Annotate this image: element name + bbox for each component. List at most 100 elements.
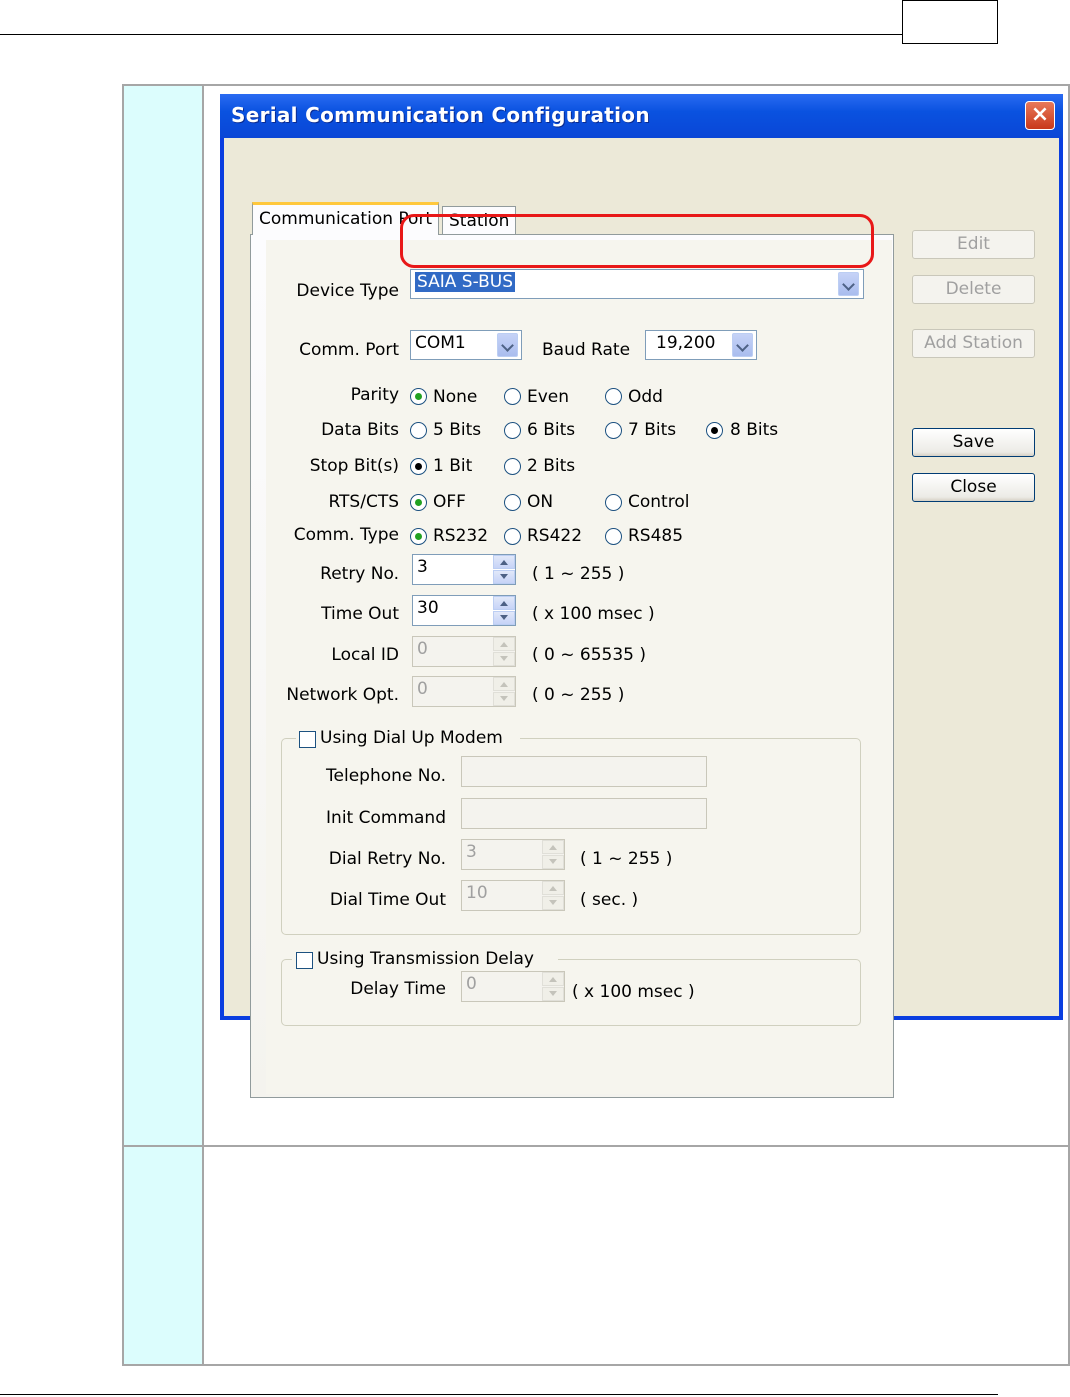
comm-type-label: Comm. Type	[293, 525, 399, 545]
device-type-value: SAIA S-BUS	[415, 272, 515, 292]
spin-down-icon[interactable]	[493, 692, 515, 706]
telephone-label: Telephone No.	[326, 766, 446, 786]
parity-label: Parity	[350, 385, 399, 405]
rts-cts-control-radio[interactable]	[605, 494, 622, 511]
retry-spinner[interactable]	[493, 555, 515, 584]
title-bar[interactable]: Serial Communication Configuration ×	[220, 94, 1063, 138]
local-id-label: Local ID	[331, 645, 399, 665]
retry-value: 3	[417, 557, 428, 577]
timeout-label: Time Out	[321, 604, 399, 624]
baud-rate-value: 19,200	[656, 333, 716, 353]
footer-rule	[0, 1394, 998, 1395]
comm-type-rs232-radio[interactable]	[410, 528, 427, 545]
radio-label: 8 Bits	[730, 420, 779, 440]
close-window-button[interactable]: ×	[1025, 101, 1055, 130]
radio-label: 5 Bits	[433, 420, 482, 440]
spin-up-icon[interactable]	[542, 972, 564, 986]
baud-rate-label: Baud Rate	[542, 340, 631, 360]
local-id-range: ( 0 ~ 65535 )	[532, 645, 647, 665]
radio-label: OFF	[433, 492, 466, 512]
radio-label: RS232	[433, 526, 489, 546]
dialog-client-area: Communication Port Station Device Type S…	[224, 138, 1059, 1098]
rts-cts-label: RTS/CTS	[328, 492, 399, 512]
spin-up-icon[interactable]	[493, 596, 515, 610]
timeout-spinner[interactable]	[493, 596, 515, 625]
chevron-down-icon[interactable]	[497, 333, 518, 357]
parity-none-radio[interactable]	[410, 388, 427, 405]
device-type-select[interactable]: SAIA S-BUS	[410, 269, 864, 299]
data-bits-5-radio[interactable]	[410, 422, 427, 439]
stop-bits-2-radio[interactable]	[504, 458, 521, 475]
parity-odd-radio[interactable]	[605, 388, 622, 405]
delay-time-unit: ( x 100 msec )	[572, 982, 695, 1002]
data-bits-6-radio[interactable]	[504, 422, 521, 439]
radio-label: Odd	[628, 387, 663, 407]
data-bits-label: Data Bits	[321, 420, 399, 440]
radio-label: 6 Bits	[527, 420, 576, 440]
stop-bits-1-radio[interactable]	[410, 458, 427, 475]
modem-checkbox[interactable]	[299, 731, 316, 748]
spin-down-icon[interactable]	[542, 896, 564, 910]
network-opt-spinner[interactable]	[493, 677, 515, 706]
edit-button[interactable]: Edit	[912, 230, 1035, 259]
data-bits-7-radio[interactable]	[605, 422, 622, 439]
radio-label: Even	[527, 387, 570, 407]
close-button[interactable]: Close	[912, 473, 1035, 502]
radio-label: RS422	[527, 526, 583, 546]
local-id-value: 0	[417, 639, 428, 659]
local-id-spinner[interactable]	[493, 637, 515, 666]
init-command-label: Init Command	[326, 808, 446, 828]
delay-checkbox[interactable]	[296, 952, 313, 969]
radio-label: None	[433, 387, 478, 407]
network-opt-label: Network Opt.	[286, 685, 399, 705]
dial-retry-range: ( 1 ~ 255 )	[580, 849, 673, 869]
stop-bits-label: Stop Bit(s)	[309, 456, 399, 476]
delay-time-label: Delay Time	[350, 979, 446, 999]
spin-down-icon[interactable]	[493, 570, 515, 584]
telephone-input[interactable]	[461, 756, 707, 787]
delete-button[interactable]: Delete	[912, 275, 1035, 304]
spin-up-icon[interactable]	[542, 840, 564, 854]
spin-down-icon[interactable]	[542, 987, 564, 1001]
dial-timeout-value: 10	[466, 883, 488, 903]
spin-up-icon[interactable]	[542, 881, 564, 895]
data-bits-8-radio[interactable]	[706, 422, 723, 439]
spin-up-icon[interactable]	[493, 677, 515, 691]
retry-range: ( 1 ~ 255 )	[532, 564, 625, 584]
device-type-label: Device Type	[296, 281, 399, 301]
init-command-input[interactable]	[461, 798, 707, 829]
dial-timeout-unit: ( sec. )	[580, 890, 639, 910]
comm-type-rs485-radio[interactable]	[605, 528, 622, 545]
spin-up-icon[interactable]	[493, 555, 515, 569]
comm-port-label: Comm. Port	[299, 340, 399, 360]
timeout-value: 30	[417, 598, 439, 618]
close-icon: ×	[1030, 102, 1050, 127]
dialog-title: Serial Communication Configuration	[231, 103, 650, 127]
dial-timeout-label: Dial Time Out	[329, 890, 446, 910]
radio-label: RS485	[628, 526, 684, 546]
header-rule	[0, 34, 905, 35]
radio-label: 2 Bits	[527, 456, 576, 476]
page-number-box	[902, 0, 998, 44]
spin-down-icon[interactable]	[493, 611, 515, 625]
dial-retry-spinner[interactable]	[542, 840, 564, 869]
comm-port-value: COM1	[415, 333, 466, 353]
comm-type-rs422-radio[interactable]	[504, 528, 521, 545]
chevron-down-icon[interactable]	[838, 272, 859, 296]
spin-up-icon[interactable]	[493, 637, 515, 651]
rts-cts-off-radio[interactable]	[410, 494, 427, 511]
add-station-button[interactable]: Add Station	[912, 329, 1035, 358]
dial-retry-value: 3	[466, 842, 477, 862]
spin-down-icon[interactable]	[542, 855, 564, 869]
timeout-unit: ( x 100 msec )	[532, 604, 655, 624]
highlight-annotation	[400, 214, 874, 268]
save-button[interactable]: Save	[912, 428, 1035, 457]
parity-even-radio[interactable]	[504, 388, 521, 405]
dial-timeout-spinner[interactable]	[542, 881, 564, 910]
network-opt-range: ( 0 ~ 255 )	[532, 685, 625, 705]
rts-cts-on-radio[interactable]	[504, 494, 521, 511]
spin-down-icon[interactable]	[493, 652, 515, 666]
radio-label: 7 Bits	[628, 420, 677, 440]
delay-time-spinner[interactable]	[542, 972, 564, 1001]
chevron-down-icon[interactable]	[732, 333, 753, 357]
